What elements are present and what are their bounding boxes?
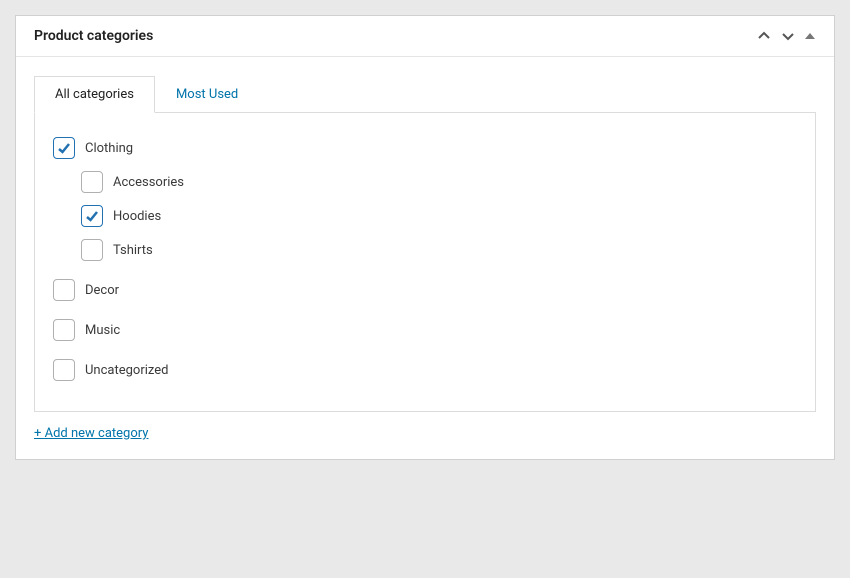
category-label: Clothing — [85, 141, 133, 156]
category-label: Hoodies — [113, 209, 161, 224]
panel-header: Product categories — [16, 16, 834, 57]
category-item-tshirts[interactable]: Tshirts — [81, 233, 797, 267]
category-item-clothing[interactable]: Clothing — [53, 131, 797, 165]
category-label: Uncategorized — [85, 363, 168, 378]
category-item-music[interactable]: Music — [53, 313, 797, 347]
category-item-hoodies[interactable]: Hoodies — [81, 199, 797, 233]
add-new-category-link[interactable]: + Add new category — [34, 426, 148, 441]
checkbox-clothing[interactable] — [53, 137, 75, 159]
checkbox-tshirts[interactable] — [81, 239, 103, 261]
category-item-decor[interactable]: Decor — [53, 273, 797, 307]
category-label: Tshirts — [113, 243, 153, 258]
move-up-icon[interactable] — [756, 28, 772, 44]
product-categories-panel: Product categories All categories Most U… — [15, 15, 835, 460]
panel-title: Product categories — [34, 28, 153, 44]
category-list-panel: Clothing Accessories — [34, 113, 816, 412]
category-label: Accessories — [113, 175, 184, 190]
panel-body: All categories Most Used Clothing — [16, 57, 834, 459]
category-item-accessories[interactable]: Accessories — [81, 165, 797, 199]
checkbox-hoodies[interactable] — [81, 205, 103, 227]
category-item-uncategorized[interactable]: Uncategorized — [53, 353, 797, 387]
checkbox-music[interactable] — [53, 319, 75, 341]
category-list: Clothing Accessories — [53, 131, 797, 387]
collapse-icon[interactable] — [804, 30, 816, 42]
checkbox-accessories[interactable] — [81, 171, 103, 193]
category-label: Music — [85, 323, 120, 338]
checkbox-uncategorized[interactable] — [53, 359, 75, 381]
category-label: Decor — [85, 283, 119, 298]
move-down-icon[interactable] — [780, 28, 796, 44]
checkbox-decor[interactable] — [53, 279, 75, 301]
tab-most-used[interactable]: Most Used — [155, 76, 259, 113]
panel-header-controls — [756, 28, 816, 44]
tab-all-categories[interactable]: All categories — [34, 76, 155, 113]
category-tabs: All categories Most Used — [34, 75, 816, 113]
